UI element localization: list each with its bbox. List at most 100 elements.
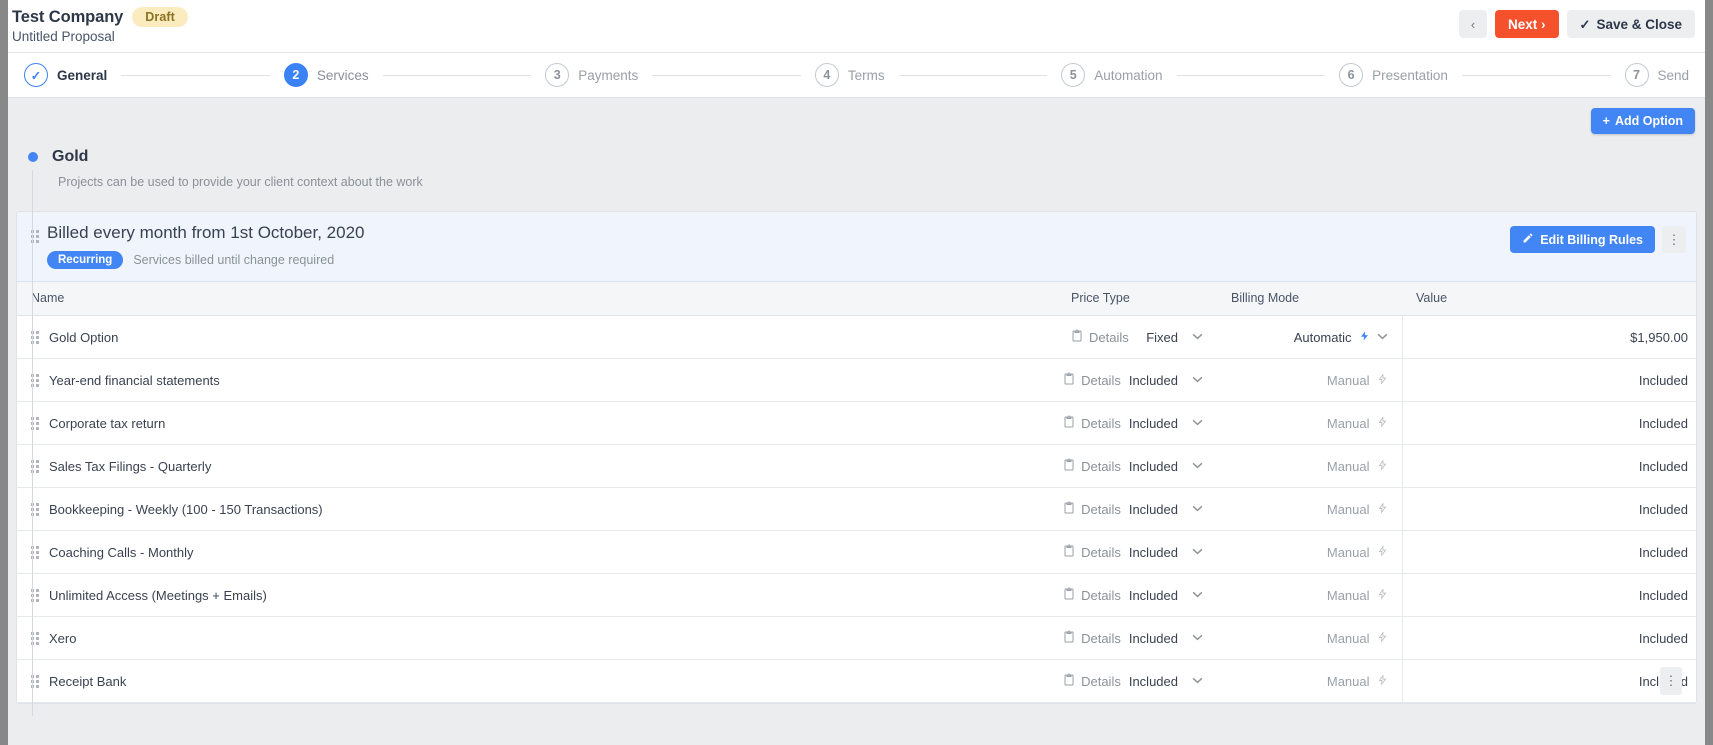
cell-billing-mode: Manual: [1217, 358, 1402, 403]
lightning-bolt-icon: [1377, 415, 1388, 432]
cell-price-type: Details Included: [1057, 401, 1217, 446]
chevron-down-icon: [1192, 547, 1203, 558]
clipboard-icon: [1063, 501, 1075, 517]
details-label: Details: [1081, 415, 1121, 431]
stepper-item-send[interactable]: 7 Send: [1624, 63, 1689, 87]
table-row[interactable]: Year-end financial statements Details Incl…: [17, 358, 1696, 403]
services-table: Name Price Type Billing Mode Value Gold …: [17, 281, 1696, 704]
price-type-select[interactable]: Included: [1129, 545, 1203, 560]
stepper-item-label: Automation: [1094, 67, 1163, 83]
stepper-item-payments[interactable]: 3 Payments: [545, 63, 638, 87]
service-value: Included: [1638, 630, 1688, 646]
next-step-button[interactable]: Next ›: [1495, 10, 1559, 38]
add-option-button[interactable]: + Add Option: [1590, 108, 1695, 134]
stepper-connector: [382, 74, 532, 76]
stepper-item-general[interactable]: ✓ General: [24, 63, 107, 87]
price-type-select[interactable]: Included: [1129, 373, 1203, 388]
details-link[interactable]: Details: [1063, 630, 1121, 646]
clipboard-icon: [1063, 415, 1075, 431]
billing-mode-value: Manual: [1326, 458, 1370, 474]
table-row[interactable]: Unlimited Access (Meetings + Emails) Deta…: [17, 573, 1696, 618]
option-connector-line: [32, 170, 33, 717]
status-badge: Draft: [132, 7, 188, 27]
lightning-bolt-icon: [1377, 544, 1388, 561]
clipboard-icon: [1063, 458, 1075, 474]
details-link[interactable]: Details: [1063, 544, 1121, 560]
cell-billing-mode: Manual: [1217, 444, 1402, 489]
cell-price-type: Details Included: [1057, 358, 1217, 403]
table-row[interactable]: Bookkeeping - Weekly (100 - 150 Transact…: [17, 487, 1696, 532]
price-type-select[interactable]: Included: [1129, 459, 1203, 474]
step-number: 4: [814, 63, 839, 87]
stepper-item-presentation[interactable]: 6 Presentation: [1339, 63, 1448, 87]
table-row[interactable]: Gold Option Details Fixed Automatic $1,950.0…: [17, 315, 1696, 360]
cell-billing-mode: Manual: [1217, 401, 1402, 446]
stepper-item-services[interactable]: 2 Services: [283, 63, 369, 87]
cell-price-type: Details Included: [1057, 487, 1217, 532]
step-number: 5: [1061, 63, 1086, 87]
wizard-stepper: ✓ General 2 Services 3 Payments 4 Terms 5 Automat…: [8, 53, 1705, 98]
option-bullet-icon: [28, 152, 38, 162]
details-label: Details: [1081, 458, 1121, 474]
cell-name: Xero: [17, 616, 1057, 661]
cell-price-type: Details Included: [1057, 659, 1217, 704]
stepper-item-automation[interactable]: 5 Automation: [1061, 63, 1163, 87]
cell-name: Coaching Calls - Monthly: [17, 530, 1057, 575]
previous-step-button[interactable]: ‹: [1459, 10, 1488, 38]
row-menu-button[interactable]: ⋮: [1660, 667, 1682, 696]
price-type-select[interactable]: Included: [1129, 416, 1203, 431]
lightning-bolt-icon: [1377, 673, 1388, 690]
table-row[interactable]: Coaching Calls - Monthly Details Included M…: [17, 530, 1696, 575]
details-link[interactable]: Details: [1063, 501, 1121, 517]
step-number: 7: [1624, 63, 1649, 87]
clipboard-icon: [1063, 372, 1075, 388]
company-title: Test Company: [12, 7, 124, 26]
clipboard-icon: [1063, 630, 1075, 646]
cell-price-type: Details Included: [1057, 573, 1217, 618]
price-type-value: Included: [1128, 544, 1178, 560]
billing-mode-select[interactable]: Automatic: [1231, 329, 1388, 346]
price-type-select[interactable]: Included: [1129, 674, 1203, 689]
details-link[interactable]: Details: [1063, 415, 1121, 431]
service-value: Included: [1638, 415, 1688, 431]
service-value: Included: [1638, 458, 1688, 474]
save-and-close-button[interactable]: ✓ Save & Close: [1566, 10, 1695, 38]
cell-value: Included: [1401, 616, 1696, 661]
details-link[interactable]: Details: [1063, 458, 1121, 474]
price-type-select[interactable]: Included: [1129, 588, 1203, 603]
table-row[interactable]: Receipt Bank Details Included Manual Include…: [17, 659, 1696, 704]
billing-card-menu-button[interactable]: ⋮: [1662, 226, 1686, 253]
billing-mode-select: Manual: [1231, 544, 1388, 561]
price-type-value: Included: [1128, 415, 1178, 431]
service-value: Included: [1638, 501, 1688, 517]
price-type-select[interactable]: Included: [1129, 502, 1203, 517]
cell-price-type: Details Fixed: [1057, 315, 1217, 360]
stepper-item-terms[interactable]: 4 Terms: [814, 63, 885, 87]
add-option-label: Add Option: [1614, 114, 1683, 128]
table-row[interactable]: Sales Tax Filings - Quarterly Details Incl…: [17, 444, 1696, 489]
chevron-down-icon: [1192, 504, 1203, 515]
billing-mode-select: Manual: [1231, 372, 1388, 389]
billing-card: Billed every month from 1st October, 202…: [16, 211, 1697, 705]
details-link[interactable]: Details: [1063, 587, 1121, 603]
billing-mode-select: Manual: [1231, 673, 1388, 690]
cell-value: Included: [1401, 444, 1696, 489]
price-type-value: Included: [1128, 587, 1178, 603]
details-link[interactable]: Details: [1071, 329, 1129, 345]
details-link[interactable]: Details: [1063, 372, 1121, 388]
details-label: Details: [1089, 329, 1129, 345]
price-type-select[interactable]: Included: [1129, 631, 1203, 646]
price-type-value: Included: [1128, 673, 1178, 689]
edit-billing-rules-button[interactable]: Edit Billing Rules: [1510, 226, 1655, 253]
table-row[interactable]: Corporate tax return Details Included Manua…: [17, 401, 1696, 446]
billing-mode-value: Manual: [1326, 673, 1370, 689]
header-actions: ‹ Next › ✓ Save & Close: [1459, 10, 1695, 38]
cell-billing-mode: Manual: [1217, 487, 1402, 532]
table-row[interactable]: Xero Details Included Manual Included: [17, 616, 1696, 661]
chevron-down-icon: [1192, 461, 1203, 472]
clipboard-icon: [1063, 544, 1075, 560]
details-link[interactable]: Details: [1063, 673, 1121, 689]
price-type-select[interactable]: Fixed: [1146, 330, 1203, 345]
stepper-item-label: Services: [316, 67, 369, 83]
billing-card-header: Billed every month from 1st October, 202…: [17, 212, 1696, 282]
